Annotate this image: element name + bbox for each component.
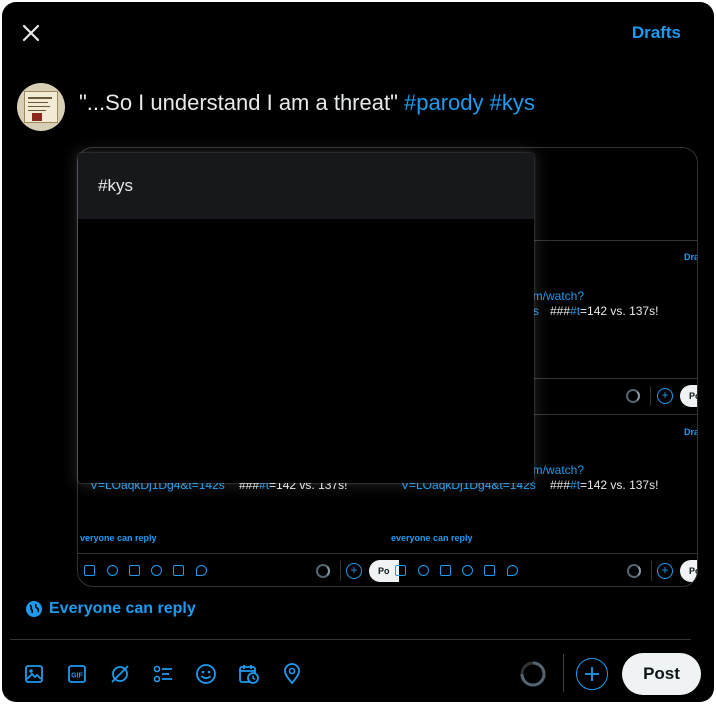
preview-progress-icon	[316, 564, 330, 578]
preview-separator	[340, 561, 341, 581]
close-button[interactable]	[16, 18, 46, 48]
compose-dialog: Drafts "...So I understand I am a threat…	[2, 2, 714, 702]
reply-setting-label: Everyone can reply	[49, 600, 196, 617]
gif-icon: GIF	[68, 665, 86, 683]
preview-grok-icon	[418, 565, 429, 576]
schedule-icon	[239, 665, 259, 684]
hashtag-kys: #kys	[489, 90, 535, 115]
preview-add-icon: +	[657, 563, 673, 579]
location-icon	[284, 663, 300, 685]
preview-location-icon	[196, 565, 207, 576]
preview-schedule-icon	[173, 565, 184, 576]
preview-poll-icon	[440, 565, 451, 576]
preview-separator	[650, 386, 651, 406]
hashtag-parody: #parody	[404, 90, 484, 115]
grok-icon	[111, 665, 129, 683]
toolbar-separator	[563, 654, 564, 692]
globe-icon	[26, 601, 42, 617]
preview-separator	[651, 561, 652, 581]
preview-drafts-text: Dra	[684, 252, 698, 262]
character-progress-icon	[520, 661, 546, 687]
add-post-button[interactable]	[576, 658, 608, 690]
poll-icon	[153, 665, 172, 683]
suggestion-item[interactable]: #kys	[78, 153, 534, 219]
preview-post-button: Po	[680, 385, 697, 407]
preview-location-icon	[507, 565, 518, 576]
preview-reply-text: everyone can reply	[391, 533, 473, 543]
preview-add-icon: +	[346, 563, 362, 579]
preview-hash-text: ####t=142 vs. 137s!	[550, 478, 659, 492]
post-button[interactable]: Post	[622, 653, 701, 695]
avatar[interactable]	[17, 83, 65, 131]
drafts-button[interactable]: Drafts	[632, 23, 681, 43]
compose-toolbar: GIF	[20, 660, 321, 688]
preview-emoji-icon	[151, 565, 162, 576]
preview-image-icon	[84, 565, 95, 576]
preview-link-text: om/watch?	[526, 289, 585, 303]
preview-progress-icon	[626, 389, 640, 403]
preview-hash-text: ####t=142 vs. 137s!	[550, 304, 659, 318]
emoji-button[interactable]	[192, 660, 220, 688]
schedule-button[interactable]	[235, 660, 263, 688]
plus-icon	[585, 667, 599, 681]
image-icon	[25, 665, 43, 683]
grok-button[interactable]	[106, 660, 134, 688]
location-button[interactable]	[278, 660, 306, 688]
media-button[interactable]	[20, 660, 48, 688]
preview-image-icon	[395, 565, 406, 576]
poll-button[interactable]	[149, 660, 177, 688]
tweet-text-plain: "...So I understand I am a threat"	[79, 90, 405, 115]
preview-add-icon: +	[657, 388, 673, 404]
reply-setting-button[interactable]: Everyone can reply	[26, 600, 196, 618]
preview-drafts-text: Dra	[684, 427, 698, 437]
preview-emoji-icon	[462, 565, 473, 576]
divider	[10, 639, 691, 640]
preview-divider	[78, 553, 697, 554]
hashtag-suggestions: #kys	[78, 153, 534, 483]
preview-post-button: Po	[680, 560, 697, 582]
emoji-icon	[196, 664, 216, 684]
tweet-text-input[interactable]: "...So I understand I am a threat" #paro…	[79, 90, 535, 116]
preview-grok-icon	[107, 565, 118, 576]
gif-button[interactable]: GIF	[63, 660, 91, 688]
preview-poll-icon	[129, 565, 140, 576]
preview-schedule-icon	[484, 565, 495, 576]
preview-progress-icon	[627, 564, 641, 578]
close-icon	[22, 24, 40, 42]
preview-reply-text: veryone can reply	[80, 533, 157, 543]
svg-text:GIF: GIF	[71, 673, 83, 680]
preview-link-text: om/watch?	[526, 463, 585, 477]
